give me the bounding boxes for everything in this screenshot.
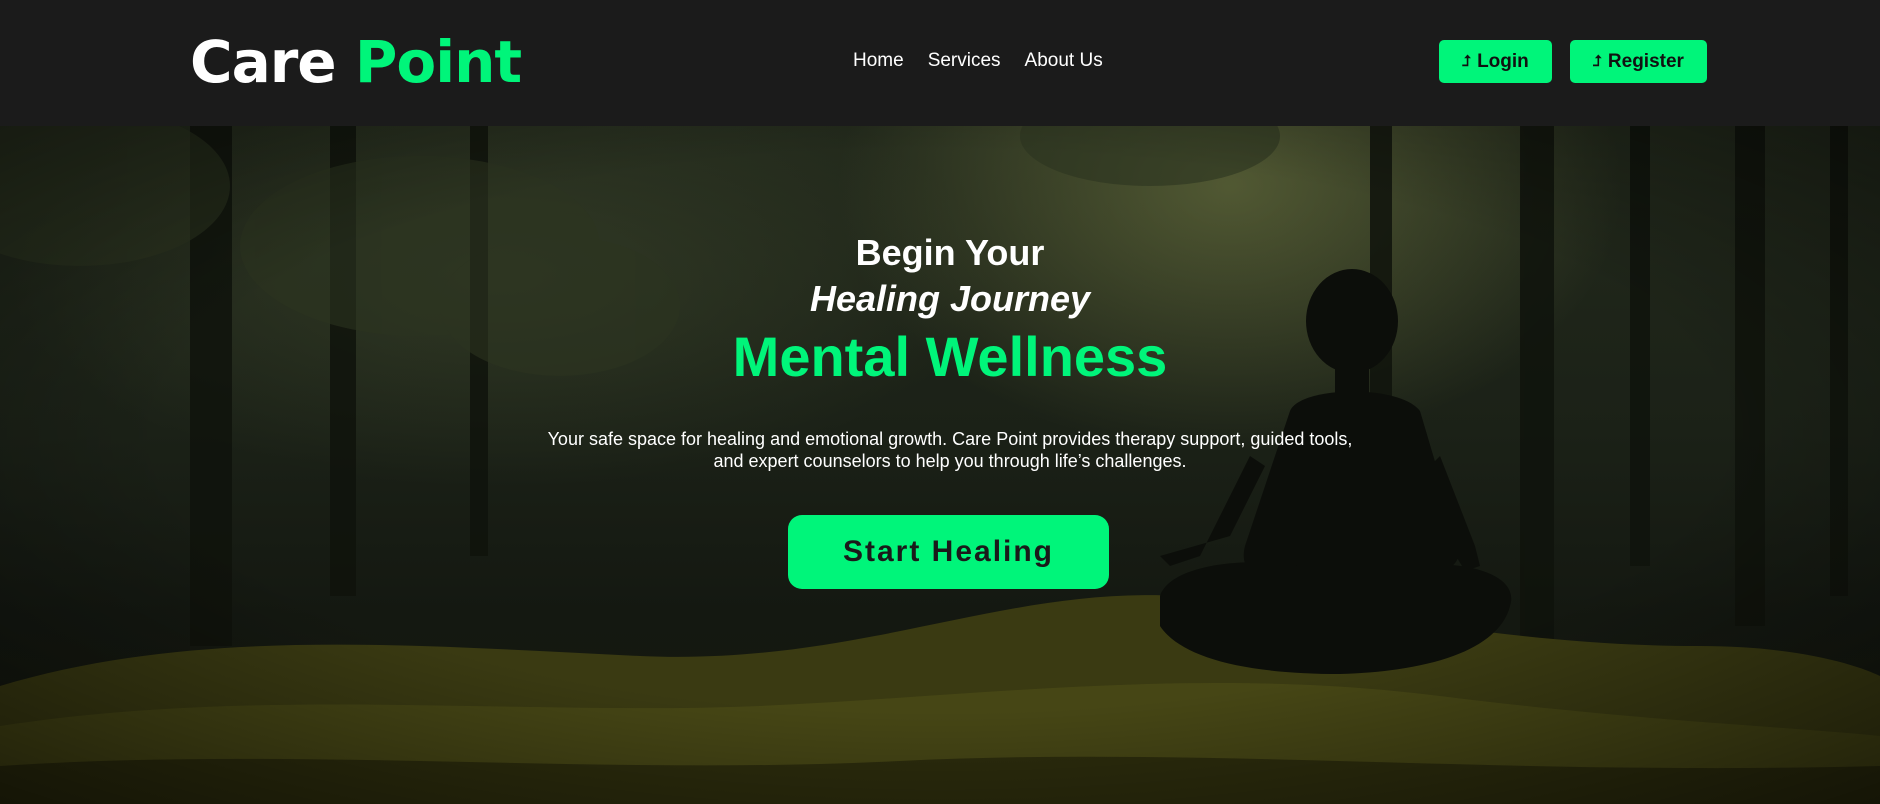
hero-headline: Mental Wellness xyxy=(732,325,1168,388)
login-button-label: Login xyxy=(1477,50,1529,72)
nav-link-home[interactable]: Home xyxy=(853,48,904,74)
brand-name-part1: Care xyxy=(190,28,337,96)
hero-section: Begin Your Healing Journey Mental Wellne… xyxy=(0,126,1880,804)
hero-description: Your safe space for healing and emotiona… xyxy=(547,429,1353,471)
top-navbar: Care Point Home Services About Us ⮥ Logi… xyxy=(0,0,1880,126)
start-healing-button[interactable]: Start Healing xyxy=(788,515,1109,589)
nav-links: Home Services About Us xyxy=(853,48,1103,74)
register-button-label: Register xyxy=(1607,50,1684,72)
sign-in-icon: ⮥ xyxy=(1593,53,1602,70)
brand-name-part2: Point xyxy=(354,28,522,96)
hero-text-block: Begin Your Healing Journey Mental Wellne… xyxy=(540,230,1360,472)
nav-link-about-us[interactable]: About Us xyxy=(1025,48,1103,74)
nav-link-services[interactable]: Services xyxy=(928,48,1001,74)
hero-line-healing: Healing Journey xyxy=(809,278,1091,319)
hero-line-begin: Begin Your xyxy=(855,232,1045,273)
sign-in-icon: ⮥ xyxy=(1462,53,1472,70)
register-button[interactable]: ⮥ Register xyxy=(1570,40,1707,83)
brand-logo[interactable]: Care Point xyxy=(190,26,522,98)
login-button[interactable]: ⮥ Login xyxy=(1439,40,1552,83)
